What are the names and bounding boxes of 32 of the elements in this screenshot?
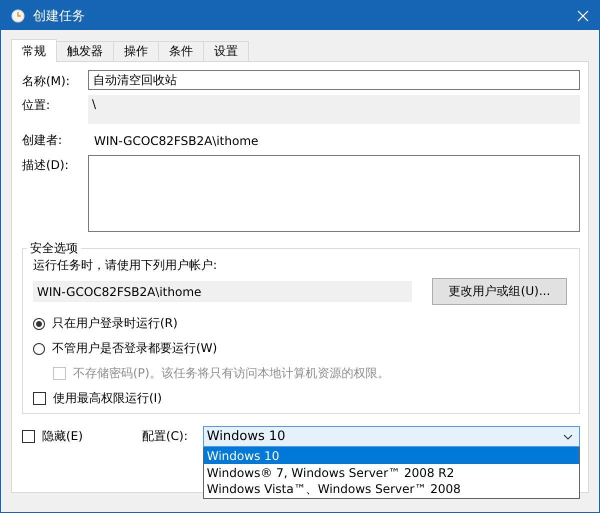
radio-button[interactable] (33, 318, 45, 330)
description-field[interactable] (88, 155, 580, 232)
account-field: WIN-GCOC82FSB2A\ithome (33, 281, 412, 302)
dropdown-option[interactable]: Windows® 7, Windows Server™ 2008 R2 (204, 464, 579, 481)
field-label: 创建者: (22, 132, 64, 149)
checkbox[interactable] (33, 392, 46, 405)
option-label: 不存储密码(P)。该任务将只有访问本地计算机资源的权限。 (73, 365, 390, 382)
field-label: 描述(D): (22, 157, 70, 174)
field-label: 名称(M): (22, 72, 71, 90)
clock-icon (11, 8, 25, 22)
tab[interactable]: 常规 (11, 39, 57, 62)
option-label: 隐藏(E) (42, 428, 83, 445)
dropdown-option[interactable]: Windows Vista™、Windows Server™ 2008 (204, 481, 579, 498)
name-field[interactable]: 自动清空回收站 (88, 70, 580, 90)
group-title: 安全选项 (27, 240, 81, 257)
option-label: 不管用户是否登录都要运行(W) (52, 340, 218, 357)
option-label: 使用最高权限运行(I) (53, 390, 162, 407)
location-field: \ (88, 95, 580, 124)
dropdown-option[interactable]: Windows 10 (204, 447, 579, 464)
tab[interactable]: 设置 (203, 41, 249, 61)
configure-dropdown[interactable]: Windows 10 (202, 426, 580, 447)
radio-button[interactable] (33, 342, 45, 354)
field-label: 位置: (22, 97, 52, 114)
author-value: WIN-GCOC82FSB2A\ithome (94, 133, 258, 150)
checkbox[interactable] (22, 430, 35, 443)
change-user-button[interactable]: 更改用户或组(U)... (432, 278, 567, 305)
field-label: 配置(C): (142, 428, 188, 445)
account-prompt: 运行任务时，请使用下列用户帐户: (33, 257, 218, 274)
option-label: 只在用户登录时运行(R) (52, 315, 178, 332)
chevron-icon (563, 434, 573, 440)
window-title: 创建任务 (33, 8, 86, 24)
close-icon[interactable] (577, 10, 589, 22)
